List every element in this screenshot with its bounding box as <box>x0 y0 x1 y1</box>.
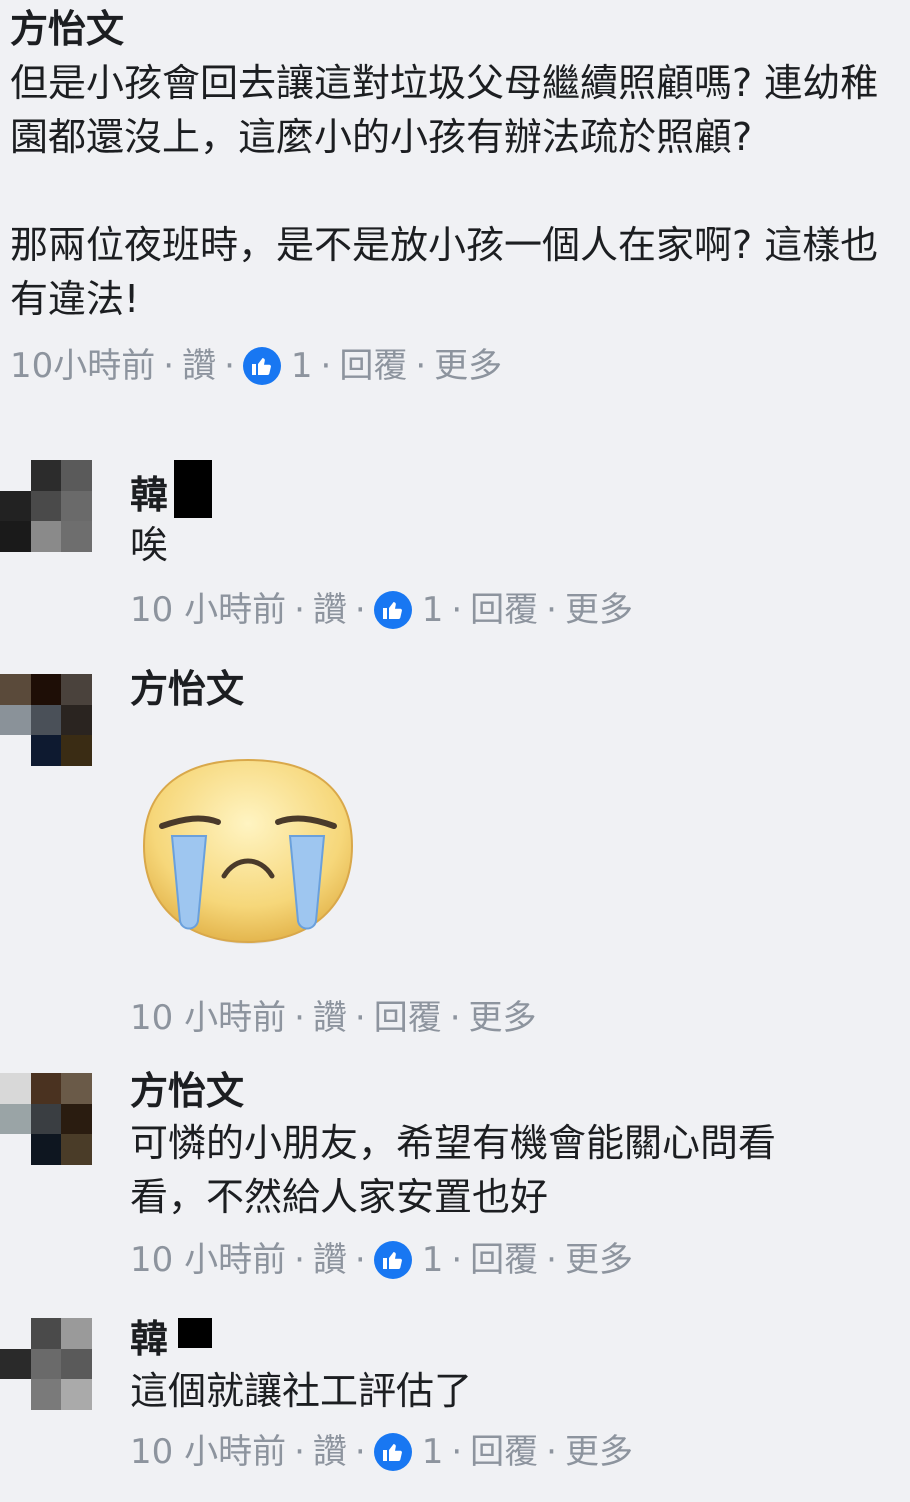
avatar[interactable] <box>0 1073 92 1165</box>
comment-paragraph: 那兩位夜班時，是不是放小孩一個人在家啊? 這樣也有違法! <box>10 223 879 321</box>
reply-link[interactable]: 回覆 <box>374 998 442 1038</box>
comment-author[interactable]: 韓 <box>130 472 168 518</box>
comment-text: 這個就讓社工評估了 <box>130 1369 473 1413</box>
like-link[interactable]: 讚 <box>313 1432 347 1472</box>
like-count[interactable]: 1 <box>422 590 444 630</box>
timestamp[interactable]: 10 小時前 <box>130 998 286 1038</box>
comment-text: 唉 <box>130 523 169 567</box>
comment-2: 方怡文 10 小時前 · 讚 · 回覆 · 更多 <box>130 666 890 1038</box>
comment-meta: 10 小時前 · 讚 · 回覆 · 更多 <box>130 998 537 1038</box>
crying-face-sticker <box>140 756 356 948</box>
comment-author[interactable]: 方怡文 <box>130 666 890 712</box>
comment-paragraph: 但是小孩會回去讓這對垃圾父母繼續照顧嗎? 連幼稚園都還沒上，這麼小的小孩有辦法疏… <box>10 61 879 159</box>
reply-link[interactable]: 回覆 <box>470 590 538 630</box>
comment-text: 但是小孩會回去讓這對垃圾父母繼續照顧嗎? 連幼稚園都還沒上，這麼小的小孩有辦法疏… <box>10 56 890 326</box>
more-link[interactable]: 更多 <box>469 998 537 1038</box>
comment-meta: 10小時前 · 讚 · 1 · 回覆 · 更多 <box>10 346 503 386</box>
reply-link[interactable]: 回覆 <box>470 1432 538 1472</box>
like-count[interactable]: 1 <box>422 1240 444 1280</box>
comment-author[interactable]: 韓 <box>130 1316 168 1362</box>
thumbs-up-icon[interactable] <box>373 1433 412 1471</box>
timestamp[interactable]: 10 小時前 <box>130 1432 286 1472</box>
comment-0: 方怡文 但是小孩會回去讓這對垃圾父母繼續照顧嗎? 連幼稚園都還沒上，這麼小的小孩… <box>10 6 890 386</box>
like-link[interactable]: 讚 <box>313 1240 347 1280</box>
reply-link[interactable]: 回覆 <box>339 346 407 386</box>
avatar[interactable] <box>0 460 92 552</box>
thumbs-up-icon[interactable] <box>373 591 412 629</box>
timestamp[interactable]: 10 小時前 <box>130 590 286 630</box>
more-link[interactable]: 更多 <box>565 1432 633 1472</box>
timestamp[interactable]: 10 小時前 <box>130 1240 286 1280</box>
more-link[interactable]: 更多 <box>565 590 633 630</box>
avatar[interactable] <box>0 1318 92 1410</box>
like-count[interactable]: 1 <box>291 346 313 386</box>
like-count[interactable]: 1 <box>422 1432 444 1472</box>
thumbs-up-icon[interactable] <box>242 347 281 385</box>
more-link[interactable]: 更多 <box>434 346 502 386</box>
comment-3: 方怡文 可憐的小朋友，希望有機會能關心問看看，不然給人家安置也好 10 小時前 … <box>130 1068 890 1280</box>
like-link[interactable]: 讚 <box>182 346 216 386</box>
comment-meta: 10 小時前 · 讚 · 1 · 回覆 · 更多 <box>130 1432 633 1472</box>
comment-meta: 10 小時前 · 讚 · 1 · 回覆 · 更多 <box>130 590 633 630</box>
avatar[interactable] <box>0 674 92 766</box>
timestamp[interactable]: 10小時前 <box>10 346 155 386</box>
thumbs-up-icon[interactable] <box>373 1241 412 1279</box>
more-link[interactable]: 更多 <box>565 1240 633 1280</box>
comment-author[interactable]: 方怡文 <box>130 1068 890 1114</box>
comment-4: 韓 這個就讓社工評估了 10 小時前 · 讚 · 1 · 回覆 · 更多 <box>130 1316 890 1472</box>
comment-meta: 10 小時前 · 讚 · 1 · 回覆 · 更多 <box>130 1240 633 1280</box>
comment-author[interactable]: 方怡文 <box>10 6 890 52</box>
redaction-box <box>174 460 212 518</box>
comment-1: 韓 唉 10 小時前 · 讚 · 1 · 回覆 · 更多 <box>130 460 890 630</box>
like-link[interactable]: 讚 <box>313 590 347 630</box>
comment-text: 可憐的小朋友，希望有機會能關心問看看，不然給人家安置也好 <box>130 1121 777 1219</box>
like-link[interactable]: 讚 <box>313 998 347 1038</box>
redaction-box <box>178 1318 212 1348</box>
reply-link[interactable]: 回覆 <box>470 1240 538 1280</box>
